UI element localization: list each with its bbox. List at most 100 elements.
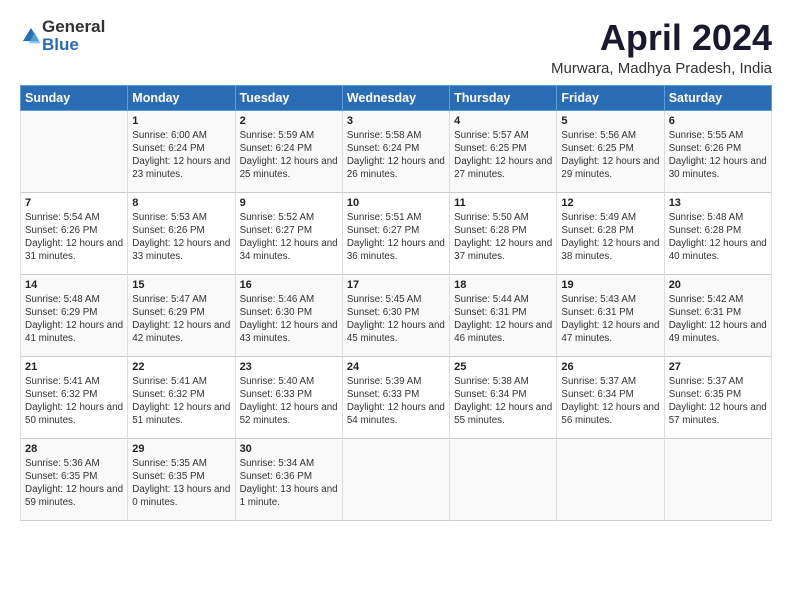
sunrise: Sunrise: 5:45 AM xyxy=(347,294,422,305)
calendar-cell: 3Sunrise: 5:58 AMSunset: 6:24 PMDaylight… xyxy=(342,110,449,192)
title-area: April 2024 Murwara, Madhya Pradesh, Indi… xyxy=(551,18,772,77)
day-number: 19 xyxy=(561,279,659,291)
sunrise: Sunrise: 5:48 AM xyxy=(669,212,744,223)
month-title: April 2024 xyxy=(551,18,772,58)
day-number: 9 xyxy=(240,197,338,209)
day-number: 4 xyxy=(454,115,552,127)
daylight: Daylight: 12 hours and 29 minutes. xyxy=(561,156,659,180)
day-number: 20 xyxy=(669,279,767,291)
cell-info: Sunrise: 5:45 AMSunset: 6:30 PMDaylight:… xyxy=(347,293,445,346)
sunrise: Sunrise: 5:51 AM xyxy=(347,212,422,223)
cell-info: Sunrise: 5:42 AMSunset: 6:31 PMDaylight:… xyxy=(669,293,767,346)
location: Murwara, Madhya Pradesh, India xyxy=(551,60,772,77)
sunset: Sunset: 6:35 PM xyxy=(25,471,97,482)
daylight: Daylight: 12 hours and 50 minutes. xyxy=(25,402,123,426)
week-row-2: 7Sunrise: 5:54 AMSunset: 6:26 PMDaylight… xyxy=(21,192,772,274)
calendar-cell: 4 Sunrise: 5:57 AM Sunset: 6:25 PM Daylight… xyxy=(450,110,557,192)
calendar-cell: 28Sunrise: 5:36 AMSunset: 6:35 PMDayligh… xyxy=(21,438,128,520)
daylight: Daylight: 12 hours and 34 minutes. xyxy=(240,238,338,262)
day-number: 15 xyxy=(132,279,230,291)
page-container: General Blue April 2024 Murwara, Madhya … xyxy=(0,0,792,531)
sunrise: Sunrise: 5:37 AM xyxy=(561,376,636,387)
sunset: Sunset: 6:35 PM xyxy=(669,389,741,400)
cell-info: Sunrise: 5:48 AM Sunset: 6:28 PM Daylight:… xyxy=(669,211,767,264)
sunrise: Sunrise: 5:44 AM xyxy=(454,294,529,305)
calendar-cell xyxy=(21,110,128,192)
sunrise: Sunrise: 5:47 AM xyxy=(132,294,207,305)
calendar-cell: 30Sunrise: 5:34 AMSunset: 6:36 PMDayligh… xyxy=(235,438,342,520)
sunrise: Sunrise: 5:41 AM xyxy=(25,376,100,387)
day-number: 14 xyxy=(25,279,123,291)
sunset: Sunset: 6:28 PM xyxy=(669,225,741,236)
daylight: Daylight: 12 hours and 54 minutes. xyxy=(347,402,445,426)
daylight: Daylight: 12 hours and 55 minutes. xyxy=(454,402,552,426)
daylight: Daylight: 12 hours and 49 minutes. xyxy=(669,320,767,344)
cell-info: Sunrise: 5:55 AMSunset: 6:26 PMDaylight:… xyxy=(669,129,767,182)
day-number: 26 xyxy=(561,361,659,373)
calendar-cell: 23 Sunrise: 5:40 AM Sunset: 6:33 PM Dayligh… xyxy=(235,356,342,438)
calendar-cell: 22Sunrise: 5:41 AMSunset: 6:32 PMDayligh… xyxy=(128,356,235,438)
day-number: 8 xyxy=(132,197,230,209)
daylight: Daylight: 12 hours and 43 minutes. xyxy=(240,320,338,344)
sunrise: Sunrise: 5:50 AM xyxy=(454,212,529,223)
sunset: Sunset: 6:27 PM xyxy=(240,225,312,236)
logo-blue-text: Blue xyxy=(42,36,105,54)
daylight: Daylight: 12 hours and 40 minutes. xyxy=(669,238,767,262)
sunrise: Sunrise: 5:57 AM xyxy=(454,130,529,141)
cell-info: Sunrise: 5:52 AMSunset: 6:27 PMDaylight:… xyxy=(240,211,338,264)
daylight: Daylight: 12 hours and 45 minutes. xyxy=(347,320,445,344)
col-friday: Friday xyxy=(557,85,664,110)
day-number: 3 xyxy=(347,115,445,127)
day-number: 1 xyxy=(132,115,230,127)
sunset: Sunset: 6:26 PM xyxy=(132,225,204,236)
sunset: Sunset: 6:33 PM xyxy=(347,389,419,400)
calendar-cell: 25Sunrise: 5:38 AMSunset: 6:34 PMDayligh… xyxy=(450,356,557,438)
daylight: Daylight: 12 hours and 25 minutes. xyxy=(240,156,338,180)
daylight: Daylight: 13 hours and 0 minutes. xyxy=(132,484,230,508)
week-row-1: 1Sunrise: 6:00 AMSunset: 6:24 PMDaylight… xyxy=(21,110,772,192)
col-sunday: Sunday xyxy=(21,85,128,110)
sunset: Sunset: 6:33 PM xyxy=(240,389,312,400)
sunrise: Sunrise: 5:35 AM xyxy=(132,458,207,469)
sunrise: Sunrise: 5:40 AM xyxy=(240,376,315,387)
daylight: Daylight: 12 hours and 59 minutes. xyxy=(25,484,123,508)
sunset: Sunset: 6:24 PM xyxy=(240,143,312,154)
calendar-cell: 14Sunrise: 5:48 AMSunset: 6:29 PMDayligh… xyxy=(21,274,128,356)
calendar-cell: 13Sunrise: 5:48 AMSunset: 6:28 PMDayligh… xyxy=(664,192,771,274)
cell-info: Sunrise: 5:37 AM Sunset: 6:34 PM Daylight:… xyxy=(561,375,659,428)
sunrise: Sunrise: 5:37 AM xyxy=(669,376,744,387)
week-row-3: 14Sunrise: 5:48 AMSunset: 6:29 PMDayligh… xyxy=(21,274,772,356)
logo: General Blue xyxy=(20,18,105,54)
calendar-cell: 27Sunrise: 5:37 AMSunset: 6:35 PMDayligh… xyxy=(664,356,771,438)
daylight: Daylight: 12 hours and 27 minutes. xyxy=(454,156,552,180)
sunset: Sunset: 6:25 PM xyxy=(454,143,526,154)
sunset: Sunset: 6:36 PM xyxy=(240,471,312,482)
sunset: Sunset: 6:35 PM xyxy=(132,471,204,482)
daylight: Daylight: 12 hours and 56 minutes. xyxy=(561,402,659,426)
calendar-cell: 29Sunrise: 5:35 AMSunset: 6:35 PMDayligh… xyxy=(128,438,235,520)
day-number: 18 xyxy=(454,279,552,291)
sunset: Sunset: 6:27 PM xyxy=(347,225,419,236)
sunset: Sunset: 6:31 PM xyxy=(454,307,526,318)
sunset: Sunset: 6:25 PM xyxy=(561,143,633,154)
sunrise: Sunrise: 5:55 AM xyxy=(669,130,744,141)
sunrise: Sunrise: 5:56 AM xyxy=(561,130,636,141)
calendar-cell: 10Sunrise: 5:51 AMSunset: 6:27 PMDayligh… xyxy=(342,192,449,274)
calendar-cell: 1Sunrise: 6:00 AMSunset: 6:24 PMDaylight… xyxy=(128,110,235,192)
daylight: Daylight: 12 hours and 41 minutes. xyxy=(25,320,123,344)
day-number: 5 xyxy=(561,115,659,127)
daylight: Daylight: 12 hours and 57 minutes. xyxy=(669,402,767,426)
calendar-cell: 26 Sunrise: 5:37 AM Sunset: 6:34 PM Dayligh… xyxy=(557,356,664,438)
daylight: Daylight: 12 hours and 26 minutes. xyxy=(347,156,445,180)
week-row-4: 21Sunrise: 5:41 AMSunset: 6:32 PMDayligh… xyxy=(21,356,772,438)
sunset: Sunset: 6:32 PM xyxy=(25,389,97,400)
day-number: 23 xyxy=(240,361,338,373)
cell-info: Sunrise: 5:36 AMSunset: 6:35 PMDaylight:… xyxy=(25,457,123,510)
day-number: 22 xyxy=(132,361,230,373)
cell-info: Sunrise: 5:53 AMSunset: 6:26 PMDaylight:… xyxy=(132,211,230,264)
sunset: Sunset: 6:29 PM xyxy=(25,307,97,318)
daylight: Daylight: 12 hours and 52 minutes. xyxy=(240,402,338,426)
sunset: Sunset: 6:34 PM xyxy=(561,389,633,400)
cell-info: Sunrise: 5:57 AM Sunset: 6:25 PM Daylight:… xyxy=(454,129,552,182)
calendar-cell xyxy=(664,438,771,520)
